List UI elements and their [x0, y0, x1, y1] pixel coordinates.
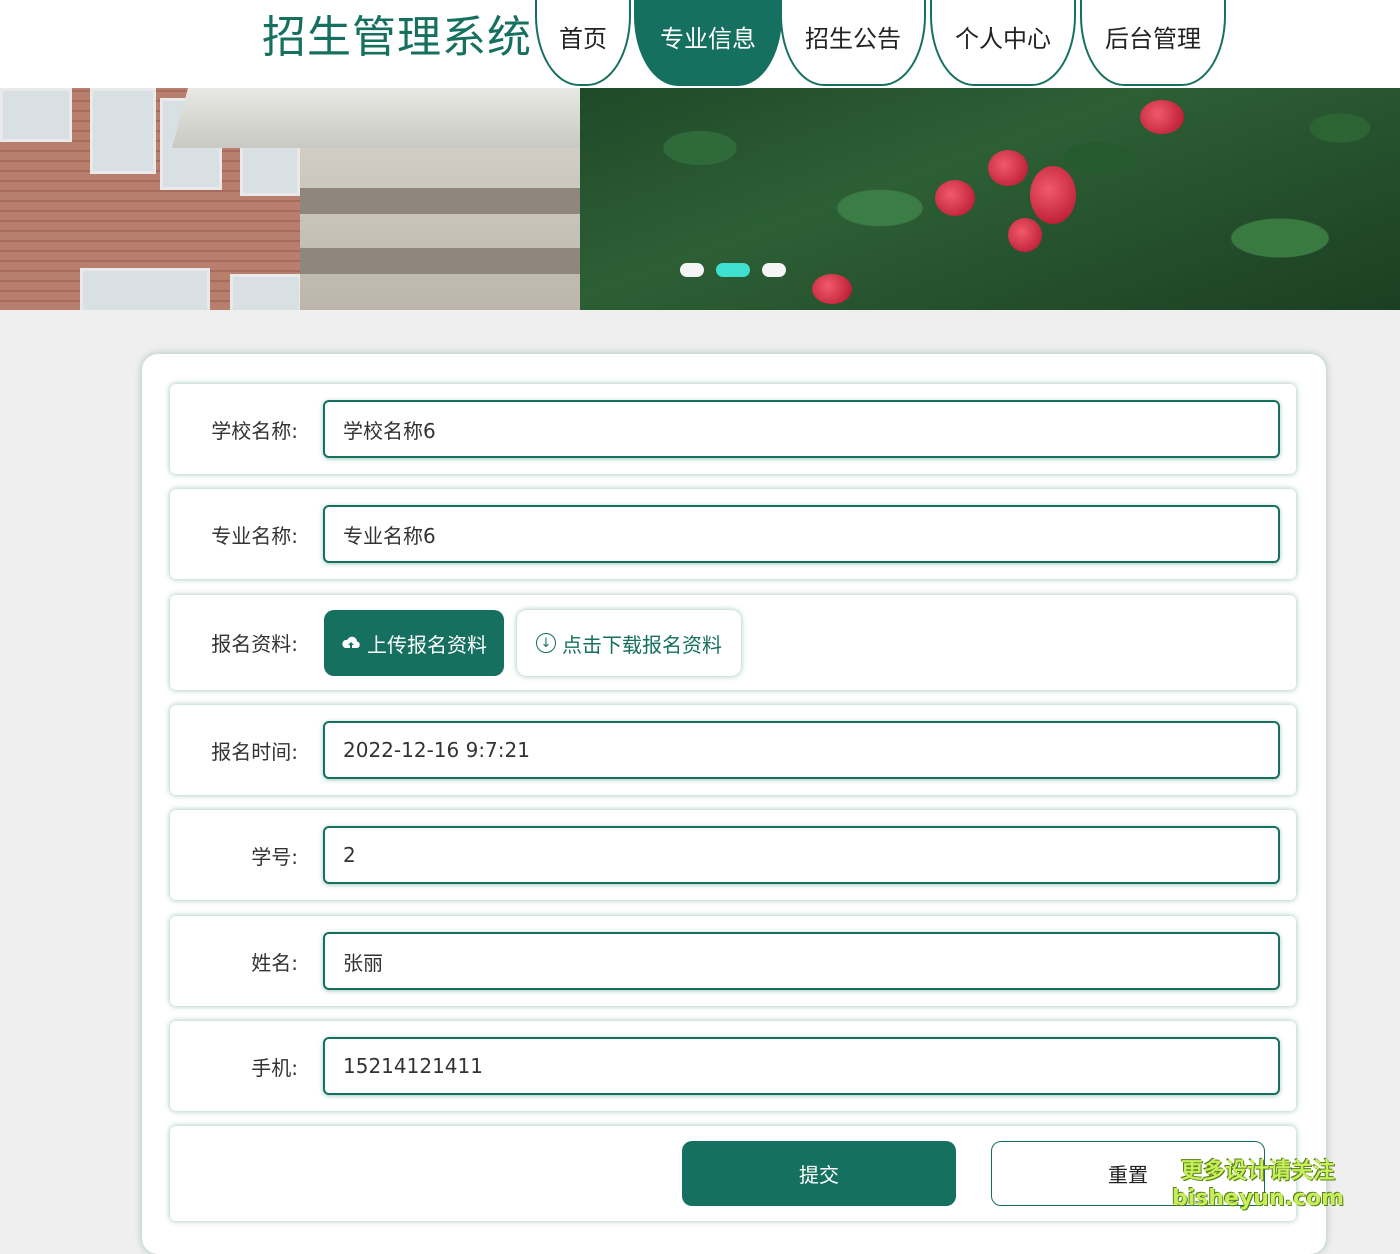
form-row-student-id: 学号:: [170, 810, 1296, 900]
banner-flower: [1008, 218, 1042, 252]
form-row-phone: 手机:: [170, 1021, 1296, 1111]
form-row-materials: 报名资料: 上传报名资料 ↓ 点击下载报名资料: [170, 595, 1296, 690]
submit-button[interactable]: 提交: [682, 1141, 956, 1206]
carousel-dot[interactable]: [680, 263, 704, 277]
upload-materials-button[interactable]: 上传报名资料: [324, 610, 504, 676]
carousel-dot[interactable]: [762, 263, 786, 277]
major-name-label: 专业名称:: [211, 523, 298, 548]
major-name-input[interactable]: [323, 505, 1280, 563]
download-materials-button[interactable]: ↓ 点击下载报名资料: [517, 610, 741, 676]
download-materials-label: 点击下载报名资料: [562, 632, 722, 657]
banner-flower: [1030, 166, 1076, 224]
signup-time-label: 报名时间:: [211, 739, 298, 764]
nav-tab-announcements[interactable]: 招生公告: [780, 0, 926, 86]
name-label: 姓名:: [251, 950, 298, 975]
phone-label: 手机:: [251, 1055, 298, 1080]
banner-flower: [812, 274, 852, 304]
banner-canopy: [171, 88, 609, 148]
school-name-label: 学校名称:: [211, 418, 298, 443]
banner-flower: [988, 150, 1028, 186]
watermark-line1: 更多设计请关注: [1181, 1159, 1336, 1184]
watermark-line2: bisheyun.com: [1172, 1186, 1345, 1211]
carousel-dot-active[interactable]: [716, 263, 750, 277]
phone-input[interactable]: [323, 1037, 1280, 1095]
form-row-name: 姓名:: [170, 916, 1296, 1006]
form-row-school-name: 学校名称:: [170, 384, 1296, 474]
upload-materials-label: 上传报名资料: [367, 632, 487, 657]
banner-flower: [935, 180, 975, 216]
nav-tab-admin[interactable]: 后台管理: [1080, 0, 1226, 86]
watermark: 更多设计请关注 bisheyun.com: [1172, 1158, 1344, 1212]
form-row-major-name: 专业名称:: [170, 489, 1296, 579]
school-name-input[interactable]: [323, 400, 1280, 458]
materials-label: 报名资料:: [211, 632, 298, 656]
site-title: 招生管理系统: [262, 12, 532, 63]
nav-tab-major-info[interactable]: 专业信息: [634, 0, 782, 86]
banner-flower: [1140, 100, 1184, 134]
student-id-input[interactable]: [323, 826, 1280, 884]
cloud-upload-icon: [342, 636, 360, 648]
site-header: 招生管理系统 首页 专业信息 招生公告 个人中心 后台管理: [0, 0, 1400, 88]
nav-tab-personal-center[interactable]: 个人中心: [930, 0, 1076, 86]
name-input[interactable]: [323, 932, 1280, 990]
nav-tab-home[interactable]: 首页: [535, 0, 631, 86]
form-row-signup-time: 报名时间:: [170, 705, 1296, 795]
download-icon: ↓: [536, 633, 556, 653]
student-id-label: 学号:: [251, 844, 298, 869]
carousel-indicators: [680, 263, 786, 277]
signup-time-input[interactable]: [323, 721, 1280, 779]
